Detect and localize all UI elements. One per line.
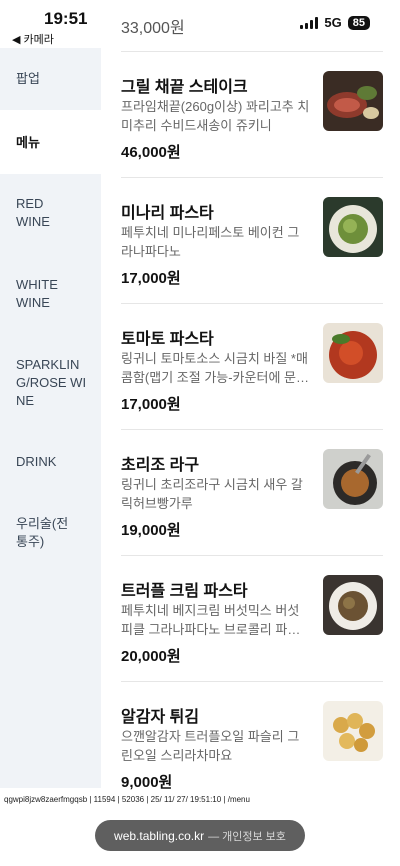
- sidebar-item-white-wine[interactable]: WHITE WINE: [0, 276, 64, 312]
- debug-info: qgwpi8jzw8zaerfmgqsb | 11594 | 52036 | 2…: [4, 795, 250, 804]
- item-description: 링귀니 초리조라구 시금치 새우 갈릭허브빵가루: [121, 477, 303, 511]
- potato-photo: [323, 701, 383, 761]
- item-description: 으깬알감자 트러플오일 파슬리 그린오일 스리라차마요: [121, 729, 300, 763]
- sidebar-item-sparkling-rose-wine[interactable]: SPARKLING/ROSE WINE: [0, 356, 90, 410]
- item-description: 페투치네 미나리페스토 베이컨 그라나파다노: [121, 225, 300, 259]
- chorizo-ragu-photo: [323, 449, 383, 509]
- url-text: web.tabling.co.kr: [114, 828, 205, 843]
- menu-item-minari-pasta[interactable]: 미나리 파스타 페투치네 미나리페스토 베이컨 그라나파다노 17,000원: [121, 177, 383, 303]
- browser-url-bar[interactable]: web.tabling.co.kr — 개인정보 보호: [95, 820, 305, 851]
- item-description: 링귀니 토마토소스 시금치 바질 *매콤함(맵기 조절 가능-카운터에 문의): [121, 351, 308, 385]
- battery-icon: 85: [347, 15, 370, 30]
- item-price: 17,000원: [121, 270, 181, 287]
- menu-item-baby-potato-fries[interactable]: 알감자 튀김 으깬알감자 트러플오일 파슬리 그린오일 스리라차마요 9,000…: [121, 681, 383, 790]
- menu-list: 33,000원 그릴 채끝 스테이크 프라임채끝(260g이상) 꽈리고추 치미…: [101, 0, 400, 790]
- item-name: 알감자 튀김: [121, 709, 200, 726]
- menu-item-truffle-cream-pasta[interactable]: 트러플 크림 파스타 페투치네 베지크림 버섯믹스 버섯피클 그라나파다노 브로…: [121, 555, 383, 681]
- menu-item-tomato-pasta[interactable]: 토마토 파스타 링귀니 토마토소스 시금치 바질 *매콤함(맵기 조절 가능-카…: [121, 303, 383, 429]
- steak-photo: [323, 71, 383, 131]
- back-to-camera-link[interactable]: ◀ 카메라: [12, 31, 54, 47]
- status-indicators: 5G 85: [300, 15, 370, 30]
- sidebar-item-menu[interactable]: 메뉴: [0, 110, 101, 174]
- item-name: 토마토 파스타: [121, 331, 214, 348]
- sidebar-item-korean-liquor[interactable]: 우리술(전통주): [0, 515, 76, 551]
- menu-item-chorizo-ragu[interactable]: 초리조 라구 링귀니 초리조라구 시금치 새우 갈릭허브빵가루 19,000원: [121, 429, 383, 555]
- sidebar-item-drink[interactable]: DRINK: [0, 453, 101, 471]
- item-price: 20,000원: [121, 648, 181, 665]
- sidebar-item-popup[interactable]: 팝업: [0, 48, 101, 110]
- item-price: 19,000원: [121, 522, 181, 539]
- minari-pasta-photo: [323, 197, 383, 257]
- item-name: 초리조 라구: [121, 457, 200, 474]
- item-price: 17,000원: [121, 396, 181, 413]
- status-bar: 19:51 ◀ 카메라 5G 85: [0, 0, 400, 48]
- item-name: 그릴 채끝 스테이크: [121, 79, 248, 96]
- item-name: 미나리 파스타: [121, 205, 214, 222]
- item-price: 46,000원: [121, 144, 181, 161]
- privacy-label: — 개인정보 보호: [208, 830, 286, 843]
- item-price: 9,000원: [121, 774, 173, 790]
- truffle-pasta-photo: [323, 575, 383, 635]
- category-sidebar: 팝업 메뉴 RED WINE WHITE WINE SPARKLING/ROSE…: [0, 48, 101, 788]
- signal-icon: [300, 16, 319, 29]
- menu-item-steak[interactable]: 그릴 채끝 스테이크 프라임채끝(260g이상) 꽈리고추 치미추리 수비드새송…: [121, 51, 383, 177]
- item-description: 페투치네 베지크림 버섯믹스 버섯피클 그라나파다노 브로콜리 파슬리: [121, 603, 300, 637]
- item-name: 트러플 크림 파스타: [121, 583, 248, 600]
- network-type: 5G: [324, 15, 342, 30]
- tomato-pasta-photo: [323, 323, 383, 383]
- sidebar-item-red-wine[interactable]: RED WINE: [0, 195, 60, 231]
- item-description: 프라임채끝(260g이상) 꽈리고추 치미추리 수비드새송이 쥬키니: [121, 99, 310, 133]
- status-time: 19:51: [44, 9, 88, 28]
